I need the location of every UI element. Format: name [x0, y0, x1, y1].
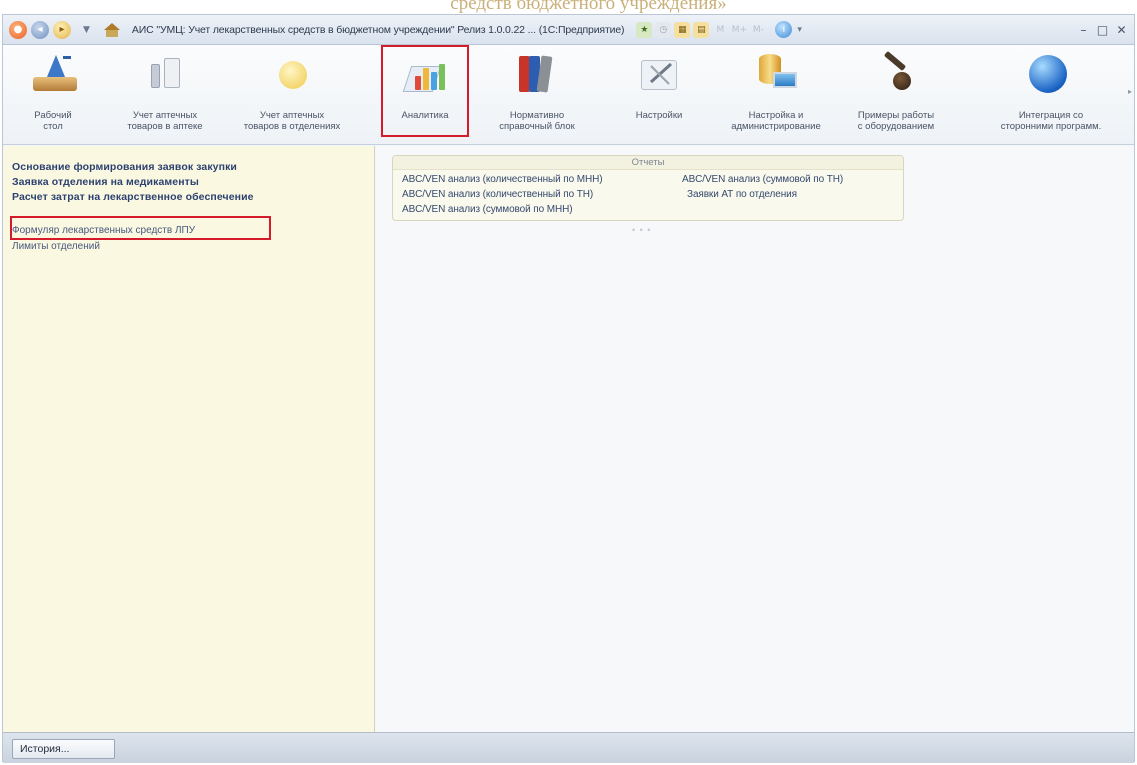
calculator-icon[interactable]: ▦	[674, 21, 691, 38]
restore-button[interactable]: □	[1096, 23, 1109, 37]
close-button[interactable]: ✕	[1115, 23, 1128, 37]
section-analytics[interactable]: Аналитика	[381, 45, 469, 145]
report-abc-ven-sum-tn[interactable]: ABC/VEN анализ (суммовой по ТН)	[682, 174, 843, 185]
report-department-requests[interactable]: Заявки АТ по отделения	[687, 189, 797, 200]
pharmacy-icon	[147, 52, 191, 96]
books-icon	[515, 52, 559, 96]
settings-icon	[637, 52, 681, 96]
section-label: Рабочий стол	[34, 110, 72, 132]
history-button[interactable]: История...	[12, 739, 115, 759]
report-abc-ven-sum-inn[interactable]: ABC/VEN анализ (суммовой по МНН)	[402, 204, 573, 215]
memory-icon[interactable]: M	[712, 22, 728, 38]
app-window: ● ◂ ▸ ▼ АИС "УМЦ: Учет лекарственных сре…	[2, 14, 1135, 763]
reports-group: Отчеты ABC/VEN анализ (количественный по…	[392, 155, 904, 221]
nav-item-department-limits[interactable]: Лимиты отделений	[12, 241, 100, 252]
section-reference[interactable]: Нормативно справочный блок	[487, 45, 587, 145]
history-icon[interactable]: ◷	[655, 21, 672, 38]
section-equipment[interactable]: Примеры работы с оборудованием	[843, 45, 949, 145]
caption-text: средств бюджетного учреждения»	[450, 0, 727, 14]
app-menu-icon[interactable]: ●	[9, 20, 27, 39]
status-bar: История...	[3, 732, 1134, 763]
section-label: Нормативно справочный блок	[499, 110, 575, 132]
navigation-panel: Основание формирования заявок закупки За…	[3, 146, 375, 732]
favorites-icon[interactable]: ★	[636, 21, 653, 38]
collapse-handle[interactable]: • • •	[632, 225, 651, 235]
nav-item-cost-calculation[interactable]: Расчет затрат на лекарственное обеспечен…	[12, 191, 254, 203]
section-integration[interactable]: Интеграция со сторонними программ.	[983, 45, 1119, 145]
section-label: Настройки	[635, 110, 683, 121]
section-label: Настройка и администрирование	[731, 110, 821, 132]
back-icon[interactable]: ◂	[31, 20, 49, 39]
section-label: Учет аптечных товаров в аптеке	[127, 110, 203, 132]
report-abc-ven-qty-inn[interactable]: ABC/VEN анализ (количественный по МНН)	[402, 174, 603, 185]
section-label: Учет аптечных товаров в отделениях	[243, 110, 341, 132]
forward-icon[interactable]: ▸	[53, 20, 71, 39]
memory-plus-icon[interactable]: M+	[731, 22, 747, 38]
sections-panel: Рабочий стол Учет аптечных товаров в аптек…	[3, 45, 1134, 145]
scroll-right-icon[interactable]: ▸	[1128, 87, 1132, 96]
pill-icon	[279, 61, 307, 89]
section-pharmacy[interactable]: Учет аптечных товаров в аптеке	[111, 45, 219, 145]
section-label: Интеграция со сторонними программ.	[1000, 110, 1102, 132]
database-icon	[755, 52, 799, 96]
section-workdesk[interactable]: Рабочий стол	[7, 45, 99, 145]
nav-item-procurement-basis[interactable]: Основание формирования заявок закупки	[12, 161, 237, 173]
home-icon[interactable]	[103, 22, 120, 37]
calendar-icon[interactable]: ▤	[693, 21, 710, 38]
report-abc-ven-qty-tn[interactable]: ABC/VEN анализ (количественный по ТН)	[402, 189, 593, 200]
title-bar: ● ◂ ▸ ▼ АИС "УМЦ: Учет лекарственных сре…	[3, 15, 1134, 45]
section-departments[interactable]: Учет аптечных товаров в отделениях	[231, 45, 353, 145]
title-toolbar: ★ ◷ ▦ ▤ M M+ M- i ▾	[636, 21, 802, 38]
selection-highlight	[381, 45, 469, 137]
memory-minus-icon[interactable]: M-	[750, 22, 766, 38]
section-admin[interactable]: Настройка и администрирование	[721, 45, 831, 145]
dropdown-arrow-icon[interactable]: ▼	[83, 25, 90, 35]
reports-header: Отчеты	[393, 156, 903, 170]
help-icon[interactable]: i	[775, 21, 793, 38]
nav-item-department-request[interactable]: Заявка отделения на медикаменты	[12, 176, 199, 188]
help-dropdown-icon[interactable]: ▾	[797, 25, 802, 35]
formulary-highlight	[10, 216, 271, 240]
desk-icon	[33, 52, 77, 96]
section-settings[interactable]: Настройки	[621, 45, 697, 145]
section-label: Примеры работы с оборудованием	[857, 110, 935, 132]
main-area: Отчеты ABC/VEN анализ (количественный по…	[376, 146, 1134, 732]
minimize-button[interactable]: –	[1077, 23, 1090, 37]
window-controls: – □ ✕	[1077, 23, 1134, 37]
window-title: АИС "УМЦ: Учет лекарственных средств в б…	[131, 23, 625, 36]
globe-icon	[1029, 55, 1067, 93]
scanner-icon	[873, 50, 917, 96]
